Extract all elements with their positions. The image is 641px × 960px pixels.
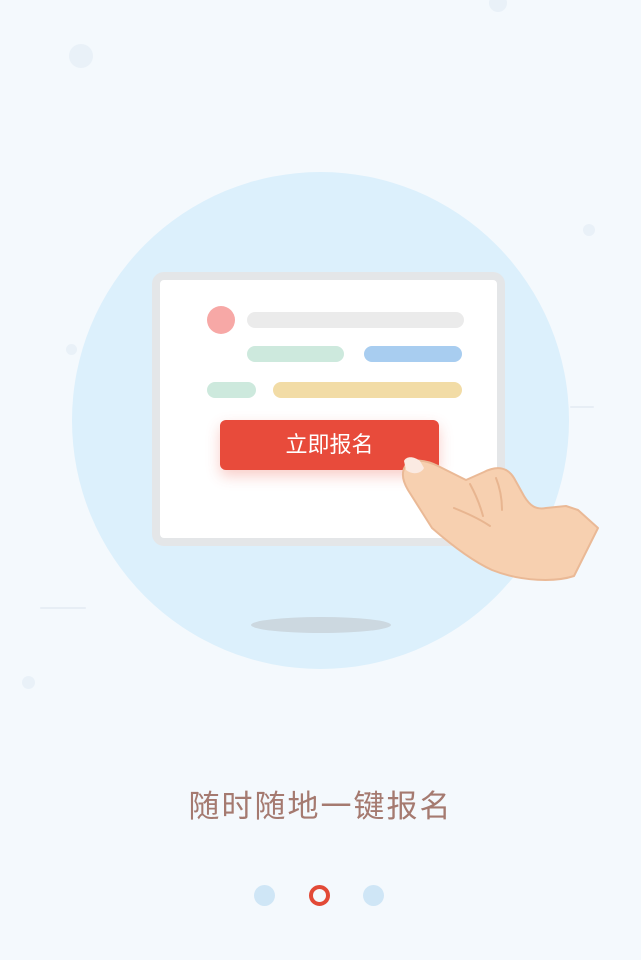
illustration-shadow [251,617,391,633]
background-line [570,406,594,408]
pager-dot[interactable] [254,885,275,906]
placeholder-bar [273,382,462,398]
background-line [40,607,86,609]
placeholder-bar [207,382,256,398]
background-dot [583,224,595,236]
placeholder-bar [247,312,464,328]
page-caption: 随时随地一键报名 [188,789,453,825]
placeholder-bar [247,346,344,362]
page-indicator [0,880,641,910]
pointing-hand-icon [401,457,599,581]
placeholder-bar [364,346,462,362]
pager-dot[interactable] [363,885,384,906]
background-dot [489,0,507,12]
onboarding-screen: 立即报名 随时随地一键报名 [0,0,641,960]
background-dot [22,676,35,689]
avatar [207,306,235,334]
background-dot [69,44,93,68]
pager-dot-active[interactable] [309,885,330,906]
background-dot [66,344,77,355]
